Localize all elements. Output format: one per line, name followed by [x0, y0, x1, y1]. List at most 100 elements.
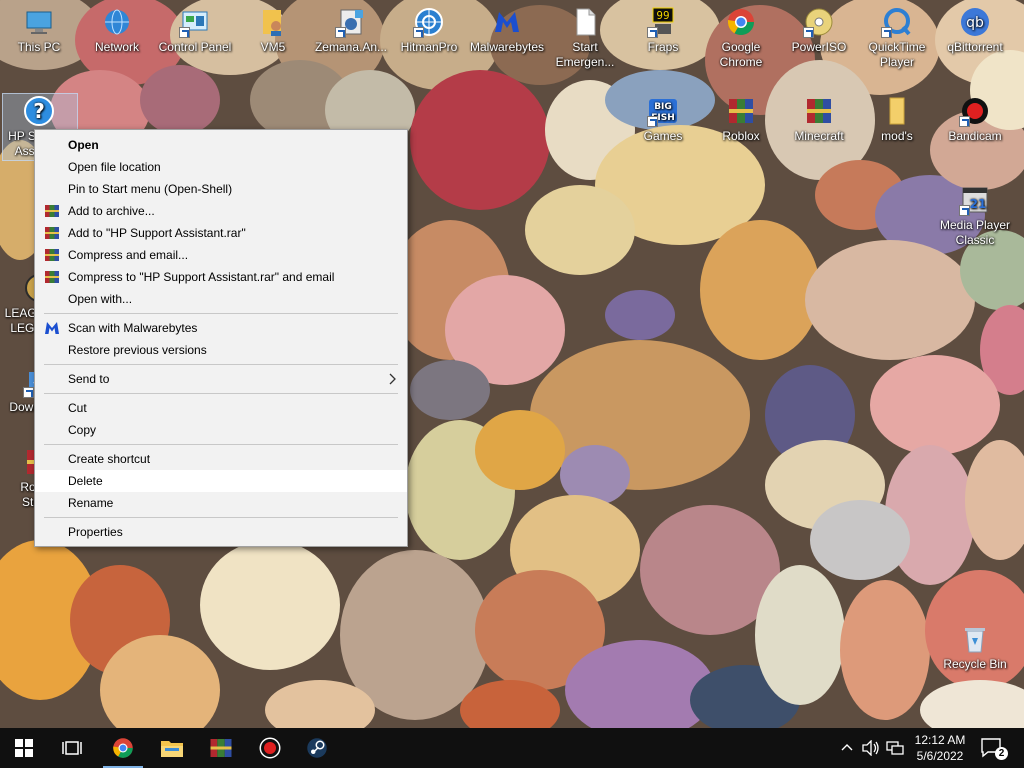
menu-item-delete[interactable]: Delete: [35, 470, 407, 492]
document-icon: [569, 6, 601, 38]
steam-icon: [307, 738, 327, 758]
taskbar-chrome[interactable]: [99, 728, 147, 768]
desktop-icon-hitmanpro[interactable]: HitmanPro: [392, 6, 466, 55]
menu-item-open-file-location[interactable]: Open file location: [35, 156, 407, 178]
desktop-icon-roblox[interactable]: Roblox: [704, 95, 778, 144]
menu-item-properties[interactable]: Properties: [35, 521, 407, 543]
user-folder-icon: [257, 6, 289, 38]
menu-item-scan-with-malwarebytes[interactable]: Scan with Malwarebytes: [35, 317, 407, 339]
desktop-icon-label: VM5: [260, 40, 286, 54]
desktop-icon-mods-folder[interactable]: mod's: [860, 95, 934, 144]
task-view-icon: [62, 741, 82, 755]
menu-item-add-to-rar[interactable]: Add to "HP Support Assistant.rar": [35, 222, 407, 244]
desktop-icon-media-player-classic[interactable]: 21 Media Player Classic: [938, 184, 1012, 248]
winrar-icon: [44, 269, 60, 285]
clock-date: 5/6/2022: [916, 749, 964, 763]
menu-item-rename[interactable]: Rename: [35, 492, 407, 514]
taskbar-bandicam[interactable]: [246, 728, 294, 768]
menu-item-add-to-archive[interactable]: Add to archive...: [35, 200, 407, 222]
shortcut-arrow-icon: [23, 387, 34, 398]
desktop-icon-fraps[interactable]: 99 Fraps: [626, 6, 700, 55]
menu-separator: [44, 517, 398, 518]
desktop-icon-label: This PC: [17, 40, 61, 54]
menu-item-create-shortcut[interactable]: Create shortcut: [35, 448, 407, 470]
desktop-icon-label: Fraps: [647, 40, 679, 54]
desktop-icon-label: Malwarebytes: [470, 40, 545, 54]
menu-item-open[interactable]: Open: [35, 134, 407, 156]
taskbar-file-explorer[interactable]: [148, 728, 196, 768]
network-tray-icon[interactable]: [886, 740, 904, 756]
this-pc-icon: [23, 6, 55, 38]
menu-item-restore-previous-versions[interactable]: Restore previous versions: [35, 339, 407, 361]
desktop-icon-label: Recycle Bin: [943, 657, 1007, 671]
svg-text:21: 21: [970, 197, 987, 211]
action-center-button[interactable]: 2: [980, 736, 1008, 760]
context-menu: Open Open file location Pin to Start men…: [34, 129, 408, 547]
tray-chevron-up-icon[interactable]: [840, 740, 854, 756]
taskbar-clock[interactable]: 12:12 AM 5/6/2022: [908, 732, 972, 764]
menu-item-label: Pin to Start menu (Open-Shell): [68, 182, 233, 196]
desktop-icon-label: HitmanPro: [400, 40, 458, 54]
menu-item-label: Open file location: [68, 160, 161, 174]
shortcut-arrow-icon: [959, 116, 970, 127]
desktop-icon-control-panel[interactable]: Control Panel: [158, 6, 232, 55]
menu-item-label: Scan with Malwarebytes: [68, 321, 198, 335]
menu-item-compress-to-rar-and-email[interactable]: Compress to "HP Support Assistant.rar" a…: [35, 266, 407, 288]
menu-item-copy[interactable]: Copy: [35, 419, 407, 441]
desktop-icon-vm5[interactable]: VM5: [236, 6, 310, 55]
help-question-icon: ?: [23, 95, 55, 127]
desktop-icon-zemana[interactable]: Zemana.An...: [314, 6, 388, 55]
taskbar-steam[interactable]: [293, 728, 341, 768]
start-button[interactable]: [0, 728, 48, 768]
windows-logo-icon: [15, 739, 33, 757]
svg-text:qb: qb: [966, 15, 984, 31]
taskbar-winrar[interactable]: [197, 728, 245, 768]
desktop-icon-label: mod's: [881, 129, 913, 143]
menu-item-label: Add to archive...: [68, 204, 155, 218]
menu-separator: [44, 444, 398, 445]
menu-item-cut[interactable]: Cut: [35, 397, 407, 419]
desktop-icon-network[interactable]: Network: [80, 6, 154, 55]
menu-item-label: Restore previous versions: [68, 343, 207, 357]
desktop-icon-label: PowerISO: [791, 40, 847, 54]
desktop-icon-qbittorrent[interactable]: qb qBittorrent: [938, 6, 1012, 55]
desktop-icon-games[interactable]: BIG FISH Games: [626, 95, 700, 144]
desktop-icon-label: Start Emergen...: [555, 40, 615, 69]
malwarebytes-icon: [491, 6, 523, 38]
winrar-icon: [210, 739, 232, 757]
film-strip-icon: 21: [959, 184, 991, 216]
menu-item-label: Delete: [68, 474, 103, 488]
installer-icon: [335, 6, 367, 38]
shortcut-arrow-icon: [413, 27, 424, 38]
menu-item-label: Cut: [68, 401, 87, 415]
menu-item-label: Properties: [68, 525, 123, 539]
desktop-icon-this-pc[interactable]: This PC: [2, 6, 76, 55]
menu-item-pin-to-start[interactable]: Pin to Start menu (Open-Shell): [35, 178, 407, 200]
menu-item-label: Compress to "HP Support Assistant.rar" a…: [68, 270, 335, 284]
quicktime-icon: [881, 6, 913, 38]
desktop[interactable]: This PC Network Control Panel VM5 Zemana…: [0, 0, 1024, 728]
desktop-icon-label: Minecraft: [794, 129, 844, 143]
winrar-archive-icon: [725, 95, 757, 127]
volume-icon[interactable]: [862, 739, 880, 757]
desktop-icon-quicktime[interactable]: QuickTime Player: [860, 6, 934, 70]
desktop-icon-recycle-bin[interactable]: Recycle Bin: [938, 623, 1012, 672]
desktop-icon-malwarebytes[interactable]: Malwarebytes: [470, 6, 544, 55]
menu-item-label: Rename: [68, 496, 114, 510]
menu-item-label: Compress and email...: [68, 248, 189, 262]
menu-item-compress-and-email[interactable]: Compress and email...: [35, 244, 407, 266]
menu-item-label: Create shortcut: [68, 452, 151, 466]
desktop-icon-start-emergency[interactable]: Start Emergen...: [548, 6, 622, 70]
desktop-icon-minecraft[interactable]: Minecraft: [782, 95, 856, 144]
desktop-icon-bandicam[interactable]: Bandicam: [938, 95, 1012, 144]
bandicam-record-icon: [259, 737, 281, 759]
menu-item-open-with[interactable]: Open with...: [35, 288, 407, 310]
desktop-icon-google-chrome[interactable]: Google Chrome: [704, 6, 778, 70]
task-view-button[interactable]: [48, 728, 96, 768]
desktop-icon-poweriso[interactable]: PowerISO: [782, 6, 856, 55]
menu-item-send-to[interactable]: Send to: [35, 368, 407, 390]
desktop-icon-label: Control Panel: [158, 40, 232, 54]
shortcut-arrow-icon: [335, 27, 346, 38]
bandicam-record-icon: [959, 95, 991, 127]
desktop-icon-label: Games: [643, 129, 683, 143]
